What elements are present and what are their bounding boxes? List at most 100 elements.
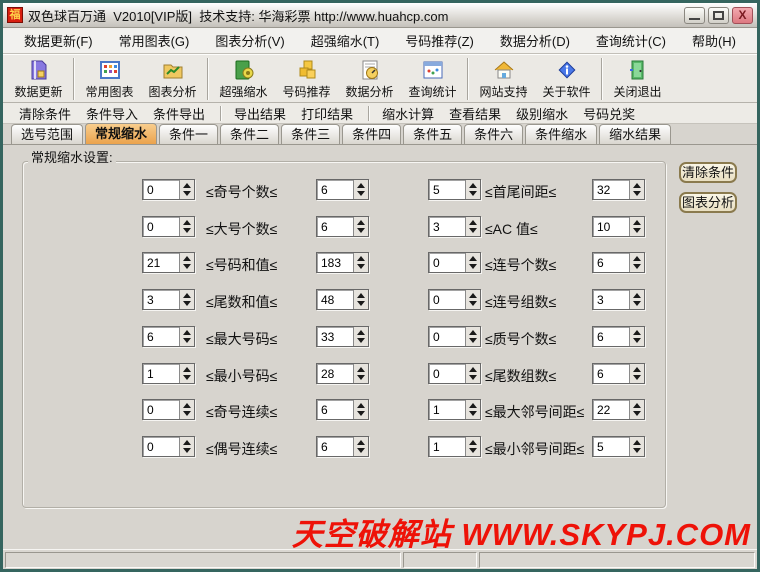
close-button[interactable]: X — [732, 7, 753, 24]
website-support-button[interactable]: 网站支持 — [472, 56, 535, 102]
spin-up-icon[interactable] — [469, 183, 477, 188]
tab-condition-4[interactable]: 条件四 — [342, 124, 401, 144]
spinner-arrows[interactable] — [629, 180, 644, 199]
spin-up-icon[interactable] — [469, 220, 477, 225]
spinner-arrows[interactable] — [465, 180, 480, 199]
spin-down-icon[interactable] — [469, 375, 477, 380]
spinner-arrows[interactable] — [629, 217, 644, 236]
spin-down-icon[interactable] — [469, 338, 477, 343]
min-spinner[interactable]: 0 — [428, 363, 481, 384]
menu-number-recommend[interactable]: 号码推荐(Z) — [392, 28, 487, 53]
spin-up-icon[interactable] — [633, 440, 641, 445]
number-recommend-button[interactable]: 号码推荐 — [275, 56, 338, 102]
spin-up-icon[interactable] — [469, 403, 477, 408]
spin-down-icon[interactable] — [633, 375, 641, 380]
minimize-button[interactable] — [684, 7, 705, 24]
min-spinner[interactable]: 0 — [428, 289, 481, 310]
tab-condition-6[interactable]: 条件六 — [464, 124, 523, 144]
super-shrink-button[interactable]: 超强缩水 — [212, 56, 275, 102]
spinner-arrows[interactable] — [465, 327, 480, 346]
spin-up-icon[interactable] — [469, 330, 477, 335]
clear-conditions-button[interactable]: 清除条件 — [13, 103, 77, 124]
min-spinner[interactable]: 1 — [428, 399, 481, 420]
menu-common-charts[interactable]: 常用图表(G) — [106, 28, 203, 53]
min-spinner[interactable]: 1 — [428, 436, 481, 457]
min-spinner[interactable]: 5 — [428, 179, 481, 200]
query-stats-button[interactable]: 查询统计 — [401, 56, 464, 102]
spin-up-icon[interactable] — [633, 183, 641, 188]
spin-down-icon[interactable] — [633, 338, 641, 343]
spinner-arrows[interactable] — [465, 253, 480, 272]
spinner-arrows[interactable] — [465, 364, 480, 383]
menu-query-stats[interactable]: 查询统计(C) — [583, 28, 679, 53]
spinner-arrows[interactable] — [465, 437, 480, 456]
spin-down-icon[interactable] — [469, 264, 477, 269]
chart-analysis-button[interactable]: 图表分析 — [141, 56, 204, 102]
menu-super-shrink[interactable]: 超强缩水(T) — [298, 28, 393, 53]
spin-up-icon[interactable] — [469, 256, 477, 261]
min-spinner[interactable]: 0 — [428, 252, 481, 273]
exit-button[interactable]: 关闭退出 — [606, 56, 669, 102]
min-spinner[interactable]: 3 — [428, 216, 481, 237]
max-spinner[interactable]: 6 — [592, 252, 645, 273]
spin-down-icon[interactable] — [469, 191, 477, 196]
menu-data-analysis[interactable]: 数据分析(D) — [487, 28, 583, 53]
tab-condition-2[interactable]: 条件二 — [220, 124, 279, 144]
export-results-button[interactable]: 导出结果 — [228, 103, 292, 124]
max-spinner[interactable]: 6 — [592, 363, 645, 384]
data-analysis-button[interactable]: 数据分析 — [338, 56, 401, 102]
min-spinner[interactable]: 0 — [428, 326, 481, 347]
menu-help[interactable]: 帮助(H) — [679, 28, 749, 53]
tab-normal-shrink[interactable]: 常规缩水 — [85, 123, 157, 144]
about-button[interactable]: 关于软件 — [535, 56, 598, 102]
common-charts-button[interactable]: 常用图表 — [78, 56, 141, 102]
max-spinner[interactable]: 10 — [592, 216, 645, 237]
spin-down-icon[interactable] — [633, 191, 641, 196]
spinner-arrows[interactable] — [629, 400, 644, 419]
spinner-arrows[interactable] — [629, 253, 644, 272]
number-redeem-button[interactable]: 号码兑奖 — [577, 103, 641, 124]
spinner-arrows[interactable] — [629, 290, 644, 309]
spin-up-icon[interactable] — [633, 330, 641, 335]
spinner-arrows[interactable] — [629, 437, 644, 456]
chart-analysis-side-button[interactable]: 图表分析 — [679, 192, 737, 213]
spin-down-icon[interactable] — [633, 411, 641, 416]
print-results-button[interactable]: 打印结果 — [295, 103, 359, 124]
spin-up-icon[interactable] — [633, 367, 641, 372]
menu-data-update[interactable]: 数据更新(F) — [11, 28, 106, 53]
tab-condition-5[interactable]: 条件五 — [403, 124, 462, 144]
spin-down-icon[interactable] — [469, 448, 477, 453]
max-spinner[interactable]: 3 — [592, 289, 645, 310]
spin-up-icon[interactable] — [633, 220, 641, 225]
tab-condition-3[interactable]: 条件三 — [281, 124, 340, 144]
spin-down-icon[interactable] — [633, 301, 641, 306]
spin-down-icon[interactable] — [469, 411, 477, 416]
menu-chart-analysis[interactable]: 图表分析(V) — [202, 28, 297, 53]
import-conditions-button[interactable]: 条件导入 — [80, 103, 144, 124]
view-results-button[interactable]: 查看结果 — [443, 103, 507, 124]
spin-down-icon[interactable] — [633, 264, 641, 269]
maximize-button[interactable] — [708, 7, 729, 24]
spinner-arrows[interactable] — [465, 400, 480, 419]
shrink-calculate-button[interactable]: 缩水计算 — [376, 103, 440, 124]
export-conditions-button[interactable]: 条件导出 — [147, 103, 211, 124]
max-spinner[interactable]: 22 — [592, 399, 645, 420]
clear-conditions-side-button[interactable]: 清除条件 — [679, 162, 737, 183]
spin-down-icon[interactable] — [633, 448, 641, 453]
tab-shrink-results[interactable]: 缩水结果 — [599, 124, 671, 144]
spin-up-icon[interactable] — [633, 403, 641, 408]
max-spinner[interactable]: 32 — [592, 179, 645, 200]
data-update-button[interactable]: 数据更新 — [7, 56, 70, 102]
max-spinner[interactable]: 6 — [592, 326, 645, 347]
spinner-arrows[interactable] — [629, 327, 644, 346]
spin-up-icon[interactable] — [469, 367, 477, 372]
spin-down-icon[interactable] — [469, 301, 477, 306]
spin-up-icon[interactable] — [469, 293, 477, 298]
spin-down-icon[interactable] — [469, 228, 477, 233]
spinner-arrows[interactable] — [465, 217, 480, 236]
tab-condition-1[interactable]: 条件一 — [159, 124, 218, 144]
spin-down-icon[interactable] — [633, 228, 641, 233]
tab-condition-shrink[interactable]: 条件缩水 — [525, 124, 597, 144]
spinner-arrows[interactable] — [465, 290, 480, 309]
max-spinner[interactable]: 5 — [592, 436, 645, 457]
